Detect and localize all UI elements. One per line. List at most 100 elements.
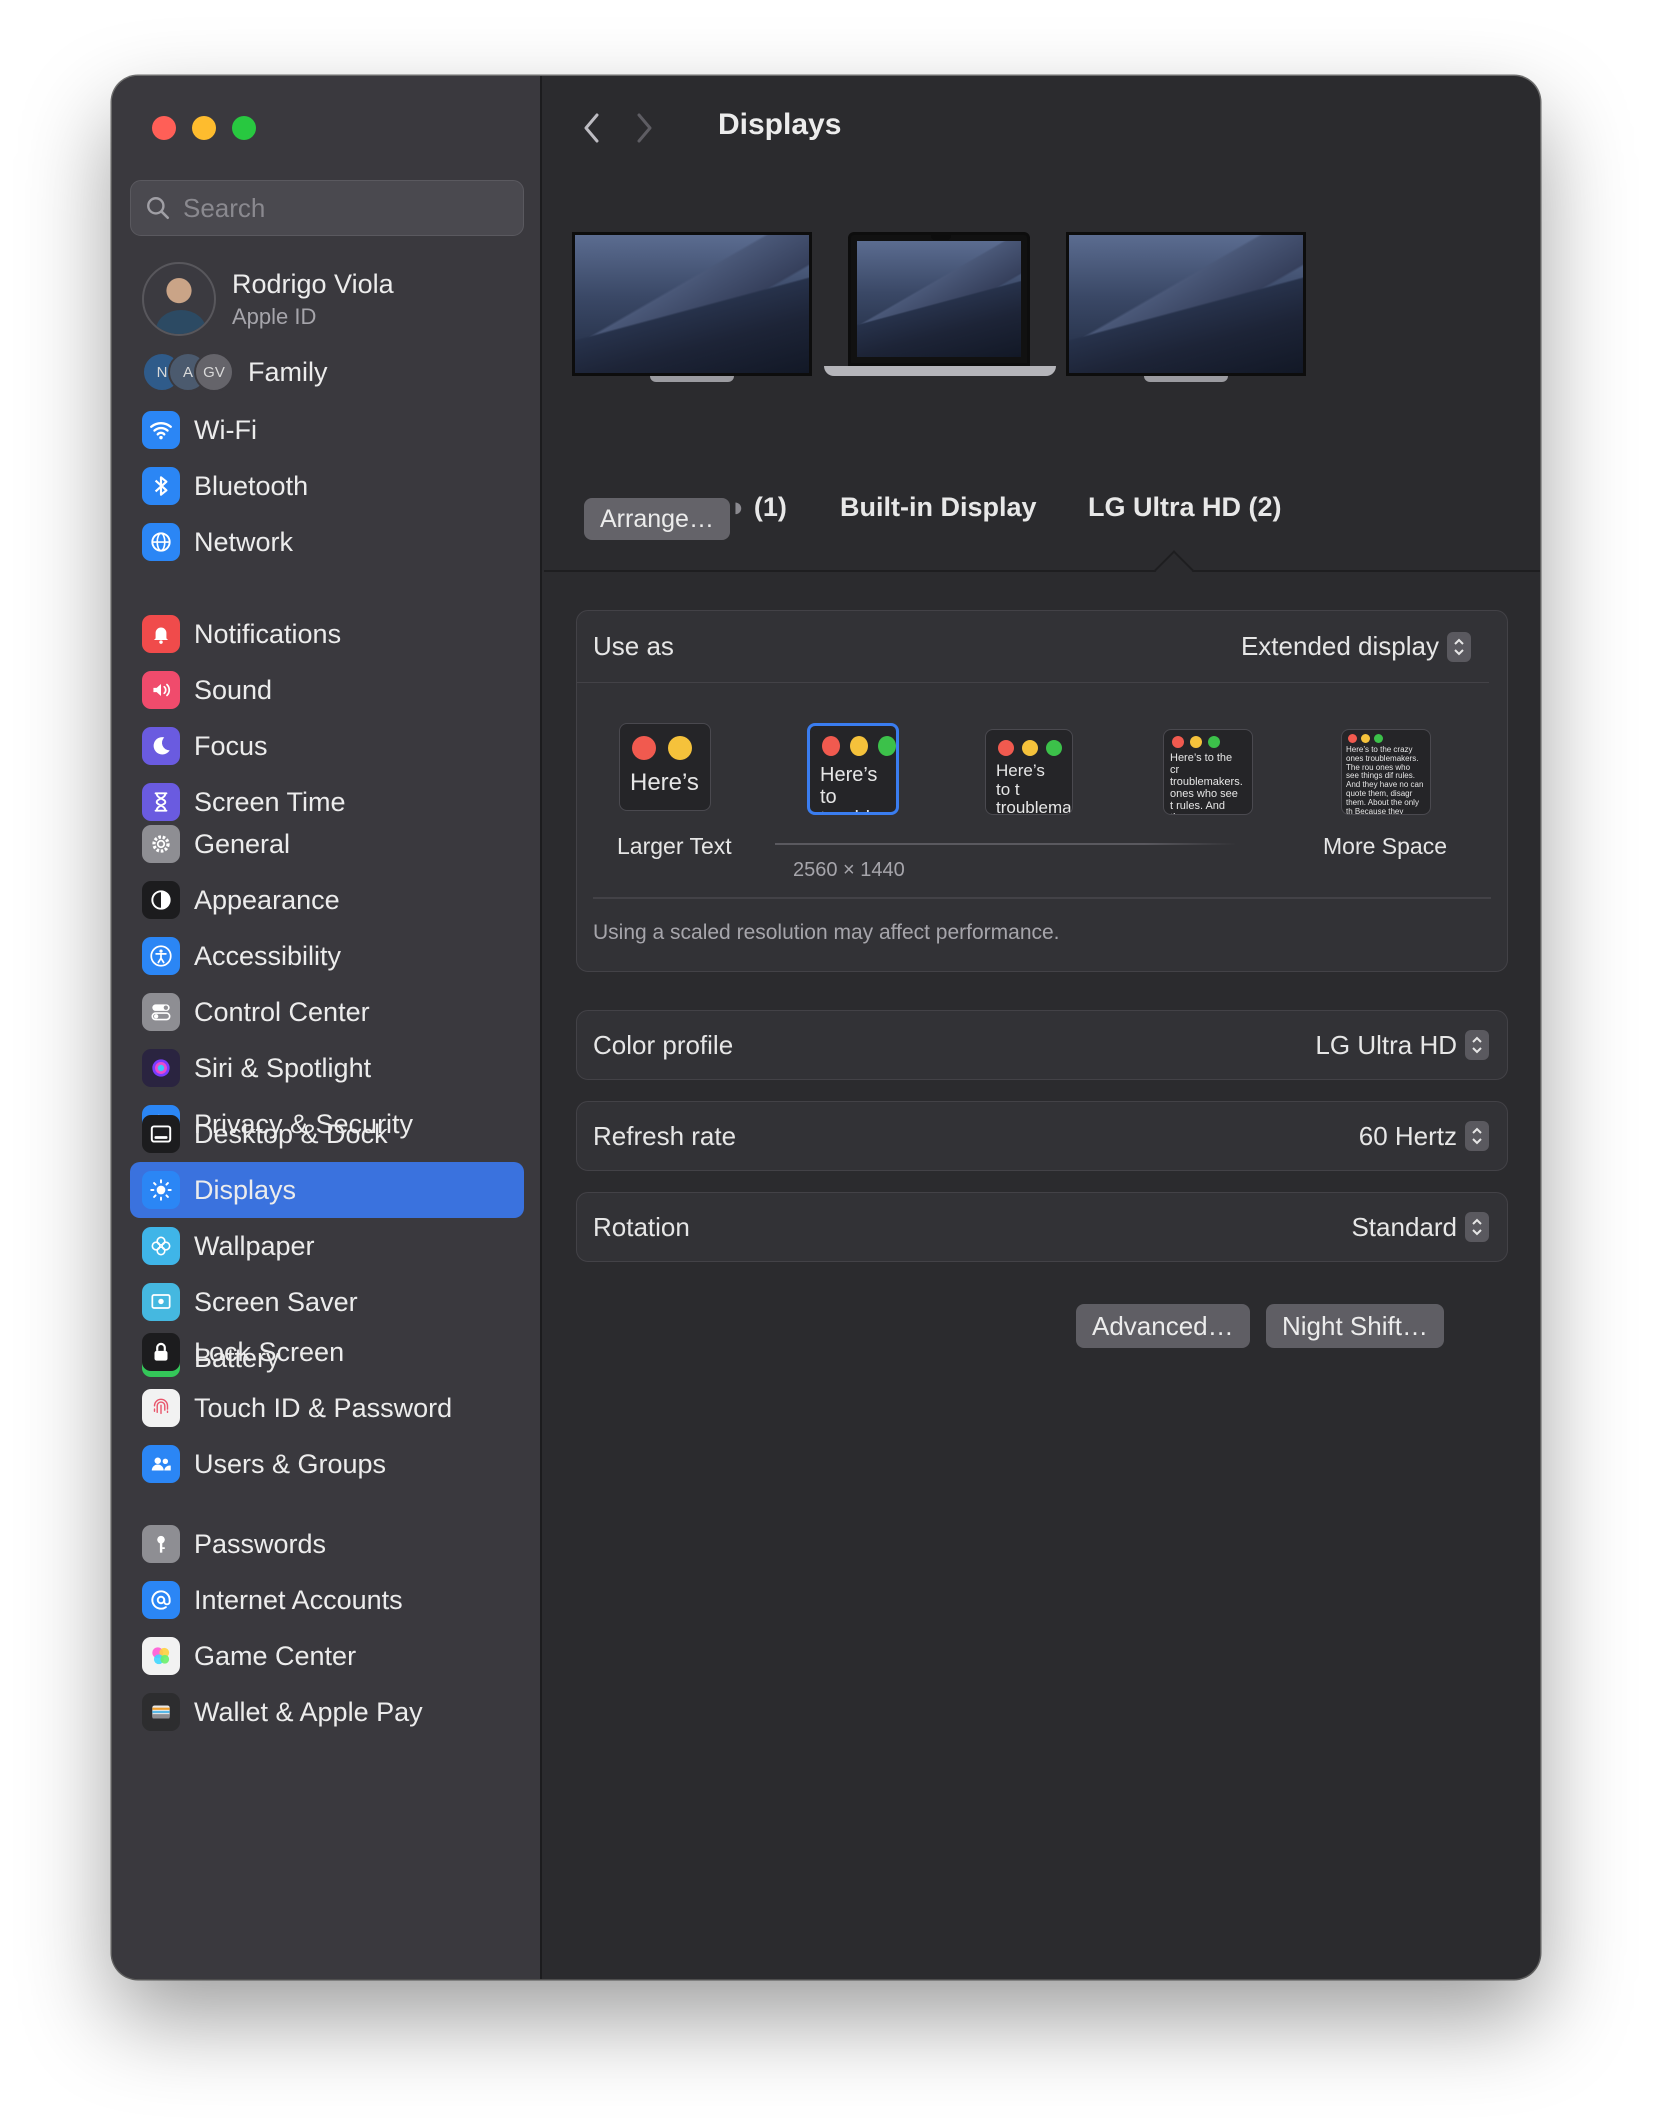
sidebar-item-passwords[interactable]: Passwords: [130, 1516, 524, 1572]
refresh-rate-select[interactable]: 60 Hertz: [1359, 1121, 1489, 1152]
display-1-stand: [650, 376, 734, 382]
sidebar-item-focus[interactable]: Focus: [130, 718, 524, 774]
refresh-rate-row: Refresh rate 60 Hertz: [577, 1102, 1507, 1170]
resolution-caption-larger-text: Larger Text: [617, 833, 732, 859]
back-button[interactable]: [572, 108, 612, 148]
sidebar-item-wi-fi[interactable]: Wi-Fi: [130, 402, 524, 458]
display-builtin-screen: [848, 232, 1030, 366]
appearance-icon: [142, 881, 180, 919]
sidebar-item-users-groups[interactable]: Users & Groups: [130, 1436, 524, 1492]
resolution-sample-text: Here’s to the cr troublemakers. ones who…: [1170, 752, 1243, 814]
display-builtin[interactable]: [824, 232, 1056, 376]
apple-id-row[interactable]: Rodrigo Viola Apple ID: [142, 262, 394, 336]
sidebar-group: Wi-Fi Bluetooth Network: [130, 402, 524, 570]
sidebar-item-wallpaper[interactable]: Wallpaper: [130, 1218, 524, 1274]
search-icon: [147, 197, 170, 220]
sidebar-item-lock-screen[interactable]: Lock Screen: [130, 1324, 524, 1380]
sidebar-item-label: Bluetooth: [194, 470, 309, 501]
use-as-label: Use as: [593, 631, 674, 661]
search-field[interactable]: [130, 180, 524, 236]
sidebar-item-game-center[interactable]: Game Center: [130, 1628, 524, 1684]
resolution-option-3[interactable]: Here’s to t troublema ones who: [985, 729, 1073, 815]
family-avatars: N A GV: [142, 352, 236, 392]
advanced-button[interactable]: Advanced…: [1076, 1304, 1250, 1348]
window-controls: [152, 116, 256, 140]
sidebar-item-siri-spotlight[interactable]: Siri & Spotlight: [130, 1040, 524, 1096]
color-profile-row: Color profile LG Ultra HD: [577, 1011, 1507, 1079]
sidebar-item-control-center[interactable]: Control Center: [130, 984, 524, 1040]
resolution-option-4[interactable]: Here’s to the cr troublemakers. ones who…: [1163, 729, 1253, 815]
refresh-rate-value: 60 Hertz: [1358, 1120, 1457, 1151]
sidebar-item-label: Displays: [194, 1174, 297, 1205]
sidebar-item-label: Users & Groups: [194, 1448, 387, 1479]
color-profile-value: LG Ultra HD: [1315, 1029, 1457, 1060]
sidebar-item-label: Wallpaper: [194, 1230, 315, 1261]
chevron-left-icon: [584, 113, 599, 143]
display-2[interactable]: [1066, 232, 1306, 382]
color-profile-select[interactable]: LG Ultra HD: [1315, 1030, 1489, 1061]
display-1[interactable]: [572, 232, 812, 382]
laptop-base: [824, 366, 1056, 376]
rotation-select[interactable]: Standard: [1351, 1212, 1489, 1243]
family-row[interactable]: N A GV Family: [142, 352, 328, 392]
caption-prefix: ◗: [730, 492, 747, 522]
night-shift-button[interactable]: Night Shift…: [1266, 1304, 1444, 1348]
resolution-option-2560[interactable]: Here’s to troublem: [807, 723, 899, 815]
resolution-sample-text: Here’s to the crazy ones troublemakers. …: [1346, 745, 1424, 815]
sidebar-item-touch-id-password[interactable]: Touch ID & Password: [130, 1380, 524, 1436]
resolution-sample-text: Here’s: [630, 769, 699, 796]
resolution-option-larger-text[interactable]: Here’s: [619, 723, 711, 811]
speaker-icon: [142, 671, 180, 709]
sidebar-item-label: Wallet & Apple Pay: [194, 1696, 423, 1727]
sidebar-item-displays[interactable]: Displays: [130, 1162, 524, 1218]
sidebar-item-bluetooth[interactable]: Bluetooth: [130, 458, 524, 514]
rotation-row: Rotation Standard: [577, 1193, 1507, 1261]
rotation-value: Standard: [1351, 1211, 1457, 1242]
sidebar-item-label: General: [194, 828, 291, 859]
sidebar-item-label: Wi-Fi: [194, 414, 257, 445]
sidebar-item-label: Lock Screen: [194, 1336, 345, 1367]
fingerprint-icon: [142, 1389, 180, 1427]
resolution-option-more-space[interactable]: Here’s to the crazy ones troublemakers. …: [1341, 729, 1431, 815]
sidebar-item-desktop-dock[interactable]: Desktop & Dock: [130, 1106, 524, 1162]
search-input[interactable]: [183, 192, 503, 224]
switches-icon: [142, 993, 180, 1031]
display-2-screen: [1066, 232, 1306, 376]
sidebar-item-appearance[interactable]: Appearance: [130, 872, 524, 928]
use-as-row: Use as Extended display: [577, 611, 1489, 683]
use-as-select[interactable]: Extended display: [1241, 631, 1471, 662]
sidebar-item-label: Control Center: [194, 996, 370, 1027]
sidebar-item-notifications[interactable]: Notifications: [130, 606, 524, 662]
sidebar-item-network[interactable]: Network: [130, 514, 524, 570]
sidebar-item-accessibility[interactable]: Accessibility: [130, 928, 524, 984]
sidebar-item-wallet-apple-pay[interactable]: Wallet & Apple Pay: [130, 1684, 524, 1740]
sidebar-group: General Appearance Accessibility Control Ce…: [130, 816, 524, 1152]
arrange-button[interactable]: Arrange…: [584, 498, 730, 540]
color-profile-label: Color profile: [593, 1029, 734, 1060]
dock-icon: [142, 1115, 180, 1153]
bluetooth-icon: [142, 467, 180, 505]
sidebar-item-label: Network: [194, 526, 294, 557]
resolution-thumb: Here’s to the cr troublemakers. ones who…: [1163, 729, 1253, 815]
sidebar-group: Lock Screen Touch ID & Password Users & Gr…: [130, 1324, 524, 1492]
display-2-caption[interactable]: LG Ultra HD (2): [1088, 492, 1282, 523]
sidebar-item-internet-accounts[interactable]: Internet Accounts: [130, 1572, 524, 1628]
resolution-thumb: Here’s to t troublema ones who: [985, 729, 1073, 815]
toolbar: Displays: [544, 76, 1540, 176]
performance-note: Using a scaled resolution may affect per…: [593, 921, 1060, 944]
use-as-panel: Use as Extended display Here’s Larger Te…: [576, 610, 1508, 972]
sidebar-item-screen-saver[interactable]: Screen Saver: [130, 1274, 524, 1330]
display-1-caption[interactable]: ◗ (1): [730, 492, 787, 523]
stepper-icon: [1465, 1212, 1489, 1242]
at-icon: [142, 1581, 180, 1619]
sidebar-item-sound[interactable]: Sound: [130, 662, 524, 718]
zoom-button[interactable]: [232, 116, 256, 140]
resolution-sample-text: Here’s to troublem: [820, 764, 896, 812]
settings-window: Rodrigo Viola Apple ID N A GV Family Wi-…: [112, 76, 1540, 1979]
stepper-icon: [1465, 1030, 1489, 1060]
forward-button[interactable]: [624, 108, 664, 148]
sidebar-item-general[interactable]: General: [130, 816, 524, 872]
close-button[interactable]: [152, 116, 176, 140]
minimize-button[interactable]: [192, 116, 216, 140]
display-builtin-caption[interactable]: Built-in Display: [840, 492, 1037, 523]
